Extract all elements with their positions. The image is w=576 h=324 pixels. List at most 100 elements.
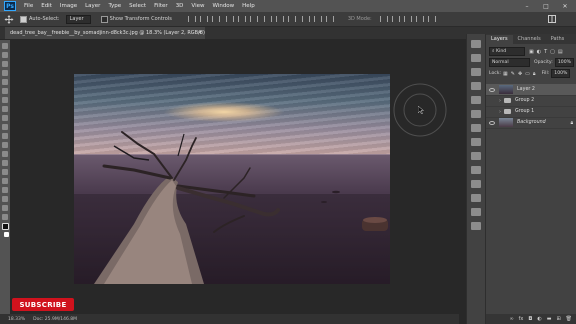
align-middle-icon[interactable] <box>199 16 208 22</box>
tab-layers[interactable]: Layers <box>486 35 513 44</box>
3d-drag-icon[interactable] <box>403 16 412 22</box>
distribute-right-icon[interactable] <box>325 16 334 22</box>
auto-select-dropdown[interactable]: Layer <box>65 14 91 24</box>
maximize-button[interactable]: □ <box>537 0 555 12</box>
menu-window[interactable]: Window <box>208 3 238 9</box>
blur-tool-icon[interactable] <box>2 151 8 157</box>
menu-filter[interactable]: Filter <box>150 3 172 9</box>
dodge-tool-icon[interactable] <box>2 160 8 166</box>
align-top-icon[interactable] <box>187 16 196 22</box>
clone-source-panel-icon[interactable] <box>471 124 481 132</box>
close-tab-icon[interactable]: ✕ <box>198 30 202 36</box>
adjustment-layer-icon[interactable]: ◐ <box>537 316 541 322</box>
link-layers-icon[interactable]: ∞ <box>509 316 513 322</box>
menu-layer[interactable]: Layer <box>81 3 104 9</box>
new-group-icon[interactable]: ▬ <box>547 316 552 322</box>
visibility-eye-icon[interactable] <box>489 87 495 92</box>
document-tab[interactable]: dead_tree_bay__freebie__by_somadjinn-d8c… <box>5 27 205 39</box>
gradient-tool-icon[interactable] <box>2 142 8 148</box>
move-tool-icon[interactable] <box>4 14 14 24</box>
type-tool-icon[interactable] <box>2 178 8 184</box>
3d-roll-icon[interactable] <box>391 16 400 22</box>
distribute-middle-icon[interactable] <box>275 16 284 22</box>
show-transform-option[interactable]: Show Transform Controls <box>100 15 172 23</box>
filter-shape-icon[interactable]: ▢ <box>550 49 555 55</box>
brush-panel-icon[interactable] <box>471 110 481 118</box>
timeline-panel-icon[interactable] <box>471 222 481 230</box>
healing-tool-icon[interactable] <box>2 97 8 103</box>
distribute-top-icon[interactable] <box>263 16 272 22</box>
actions-panel-icon[interactable] <box>471 194 481 202</box>
quick-select-tool-icon[interactable] <box>2 70 8 76</box>
eyedropper-tool-icon[interactable] <box>2 88 8 94</box>
layer-name[interactable]: Group 1 <box>515 109 534 114</box>
brush-tool-icon[interactable] <box>2 106 8 112</box>
menu-type[interactable]: Type <box>104 3 125 9</box>
lock-artboard-icon[interactable]: ▭ <box>525 71 530 77</box>
filter-adjust-icon[interactable]: ◐ <box>537 49 541 55</box>
fill-field[interactable]: 100% <box>551 69 571 78</box>
background-color-swatch[interactable] <box>4 232 9 237</box>
workspace-icon[interactable] <box>548 15 556 23</box>
history-brush-tool-icon[interactable] <box>2 124 8 130</box>
lock-position-icon[interactable]: ✥ <box>518 71 522 77</box>
history-panel-icon[interactable] <box>471 40 481 48</box>
3d-scale-icon[interactable] <box>427 16 436 22</box>
document-image[interactable] <box>74 74 390 284</box>
move-tool-icon[interactable] <box>2 43 8 49</box>
styles-panel-icon[interactable] <box>471 180 481 188</box>
menu-3d[interactable]: 3D <box>172 3 188 9</box>
tab-paths[interactable]: Paths <box>546 35 570 44</box>
crop-tool-icon[interactable] <box>2 79 8 85</box>
lasso-tool-icon[interactable] <box>2 61 8 67</box>
libraries-panel-icon[interactable] <box>471 166 481 174</box>
new-layer-icon[interactable]: ⊞ <box>556 316 560 322</box>
align-left-icon[interactable] <box>225 16 234 22</box>
auto-select-checkbox[interactable] <box>20 15 27 23</box>
character-panel-icon[interactable] <box>471 82 481 90</box>
hand-tool-icon[interactable] <box>2 205 8 211</box>
add-mask-icon[interactable]: ◘ <box>528 316 532 322</box>
lock-all-icon[interactable]: 🔒︎ <box>533 71 536 77</box>
marquee-tool-icon[interactable] <box>2 52 8 58</box>
opacity-field[interactable]: 100% <box>554 58 574 67</box>
filter-type-icon[interactable]: T <box>544 49 547 55</box>
zoom-readout[interactable]: 18.33% <box>8 317 25 322</box>
foreground-color-swatch[interactable] <box>2 223 9 230</box>
minimize-button[interactable]: – <box>518 0 536 12</box>
lock-image-icon[interactable]: ✎ <box>511 71 515 77</box>
menu-view[interactable]: View <box>187 3 208 9</box>
layer-kind-filter[interactable]: ⌕ Kind <box>489 47 525 56</box>
lock-transparent-icon[interactable]: ▦ <box>503 71 508 77</box>
distribute-bottom-icon[interactable] <box>287 16 296 22</box>
align-center-icon[interactable] <box>237 16 246 22</box>
pen-tool-icon[interactable] <box>2 169 8 175</box>
swatches-panel-icon[interactable] <box>471 152 481 160</box>
navigator-panel-icon[interactable] <box>471 208 481 216</box>
tab-channels[interactable]: Channels <box>513 35 546 44</box>
zoom-tool-icon[interactable] <box>2 214 8 220</box>
filter-smart-icon[interactable]: ▤ <box>558 49 563 55</box>
layer-row-background[interactable]: Background 🔒︎ <box>486 117 576 129</box>
3d-orbit-icon[interactable] <box>379 16 388 22</box>
distribute-center-icon[interactable] <box>313 16 322 22</box>
stamp-tool-icon[interactable] <box>2 115 8 121</box>
paragraph-panel-icon[interactable] <box>471 96 481 104</box>
auto-select-option[interactable]: Auto-Select: <box>20 15 60 23</box>
layer-style-icon[interactable]: fx <box>519 316 524 322</box>
layer-name[interactable]: Layer 2 <box>517 87 535 92</box>
canvas-area[interactable] <box>10 40 459 314</box>
menu-file[interactable]: File <box>20 3 37 9</box>
path-select-tool-icon[interactable] <box>2 187 8 193</box>
properties-panel-icon[interactable] <box>471 54 481 62</box>
menu-image[interactable]: Image <box>56 3 81 9</box>
menu-select[interactable]: Select <box>125 3 150 9</box>
expand-arrow-icon[interactable]: › <box>499 98 501 104</box>
distribute-left-icon[interactable] <box>301 16 310 22</box>
subscribe-button[interactable]: SUBSCRIBE <box>12 298 74 311</box>
shape-tool-icon[interactable] <box>2 196 8 202</box>
filter-pixel-icon[interactable]: ▣ <box>529 49 534 55</box>
delete-layer-icon[interactable]: 🗑︎ <box>566 316 572 322</box>
blend-mode-dropdown[interactable]: Normal <box>489 58 530 67</box>
align-bottom-icon[interactable] <box>211 16 220 22</box>
